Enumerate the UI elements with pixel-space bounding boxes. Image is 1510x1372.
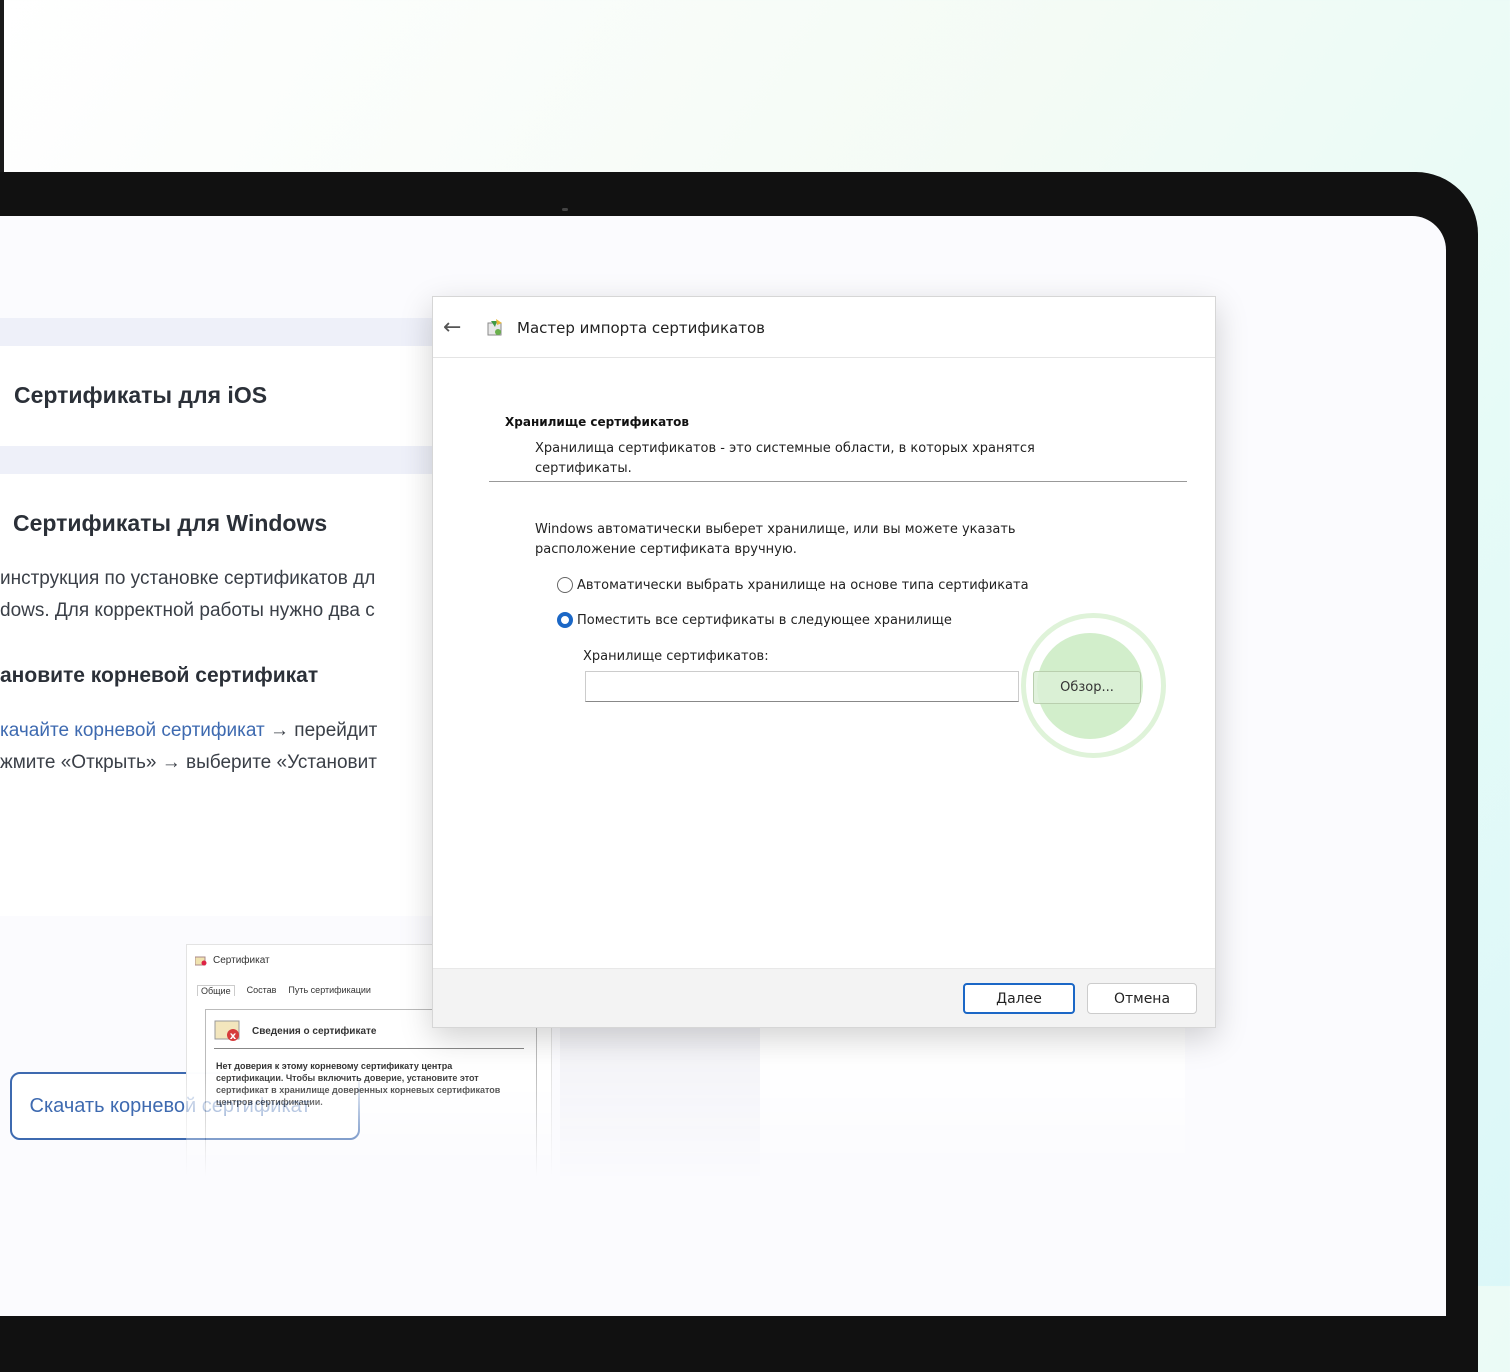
- next-button[interactable]: Далее: [963, 983, 1075, 1014]
- mini-tab-path[interactable]: Путь сертификации: [288, 985, 371, 996]
- instruction-line-1: инструкция по установке сертификатов дл: [0, 568, 376, 589]
- radio-manual-store[interactable]: Поместить все сертификаты в следующее хр…: [557, 612, 952, 628]
- step-line-1-rest: → перейдит: [264, 720, 378, 741]
- browse-button[interactable]: Обзор...: [1033, 671, 1141, 704]
- certificate-icon: [195, 956, 207, 965]
- dialog-footer: Далее Отмена: [433, 968, 1215, 1027]
- dialog-title: Мастер импорта сертификатов: [517, 319, 765, 337]
- mini-panel-heading-text: Сведения о сертификате: [252, 1025, 377, 1037]
- mini-tab-details[interactable]: Состав: [247, 985, 277, 996]
- mini-tab-general[interactable]: Общие: [197, 985, 235, 996]
- mini-window-titlebar: Сертификат: [195, 955, 270, 966]
- ios-card[interactable]: Сертификаты для iOS: [0, 346, 480, 446]
- mini-panel-heading: x Сведения о сертификате: [214, 1020, 376, 1042]
- certificate-wizard-icon: [487, 319, 502, 336]
- radio-auto-store[interactable]: Автоматически выбрать хранилище на основ…: [557, 577, 1029, 593]
- divider: [214, 1048, 524, 1049]
- store-label: Хранилище сертификатов:: [583, 649, 769, 664]
- camera: [562, 208, 568, 211]
- instruction-line-2: dows. Для корректной работы нужно два с: [0, 600, 375, 621]
- windows-card-title: Сертификаты для Windows: [13, 510, 328, 536]
- dialog-header: ← Мастер импорта сертификатов: [433, 297, 1215, 358]
- svg-text:x: x: [230, 1031, 237, 1042]
- back-arrow-icon[interactable]: ←: [443, 315, 461, 340]
- section-divider: [0, 318, 480, 348]
- step-line-2: жмите «Открыть» → выберите «Установит: [0, 752, 377, 773]
- step-heading: ановите корневой сертификат: [0, 664, 319, 687]
- download-root-cert-link[interactable]: качайте корневой сертификат: [0, 720, 265, 741]
- cancel-button[interactable]: Отмена: [1087, 983, 1197, 1014]
- certificate-import-wizard: ← Мастер импорта сертификатов Хранилище …: [432, 296, 1216, 1028]
- section-title: Хранилище сертификатов: [505, 415, 689, 429]
- mini-panel-body: Нет доверия к этому корневому сертификат…: [216, 1061, 501, 1107]
- section-description: Хранилища сертификатов - это системные о…: [535, 441, 1035, 476]
- mini-window-panel: x Сведения о сертификате Нет доверия к э…: [205, 1009, 537, 1211]
- windows-card: Сертификаты для Windows инструкция по ус…: [0, 474, 480, 1140]
- radio-auto-label: Автоматически выбрать хранилище на основ…: [577, 577, 1029, 593]
- radio-button-selected[interactable]: [557, 612, 573, 628]
- ios-card-title: Сертификаты для iOS: [14, 382, 268, 408]
- radio-manual-label: Поместить все сертификаты в следующее хр…: [577, 612, 952, 628]
- intro-text: Windows автоматически выберет хранилище,…: [535, 522, 1016, 557]
- store-input[interactable]: [585, 671, 1019, 702]
- section-divider: [0, 446, 480, 476]
- mini-window-title: Сертификат: [213, 955, 270, 966]
- certificate-warning-icon: x: [214, 1020, 240, 1042]
- mini-window-tabs: Общие Состав Путь сертификации: [197, 985, 371, 996]
- device-edge: [0, 0, 4, 175]
- divider: [489, 481, 1187, 482]
- radio-button[interactable]: [557, 577, 573, 593]
- step-line-1: качайте корневой сертификат → перейдит: [0, 720, 377, 742]
